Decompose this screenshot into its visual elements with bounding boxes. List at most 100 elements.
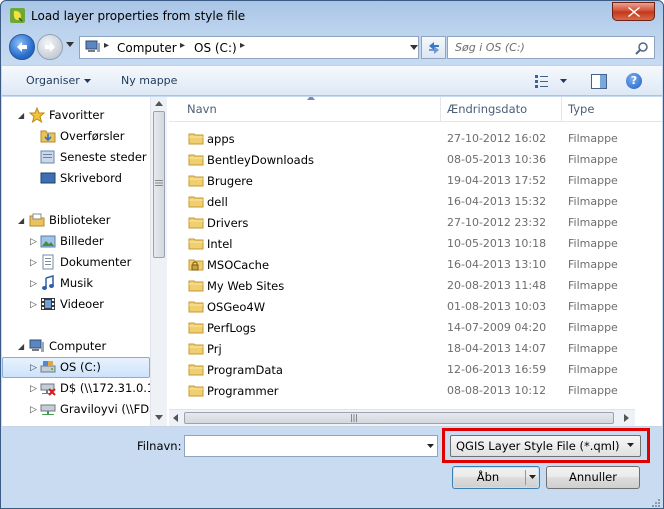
filename-dropdown-icon[interactable] <box>427 444 434 448</box>
scroll-right-icon[interactable] <box>624 414 629 422</box>
address-bar[interactable]: ▸ Computer ▸ OS (C:) ▸ <box>79 36 419 59</box>
nav-item-recent-places[interactable]: Seneste steder <box>2 147 150 168</box>
column-header-type[interactable]: Type <box>568 102 594 116</box>
nav-item-network-drive-graviloyvi[interactable]: ▷ Graviloyvi (\\FDS <box>2 399 150 420</box>
nav-item-downloads[interactable]: Overførsler <box>2 126 150 147</box>
file-name: Intel <box>207 237 233 251</box>
breadcrumb-separator[interactable]: ▸ <box>180 40 185 51</box>
nav-item-desktop[interactable]: Skrivebord <box>2 168 150 189</box>
file-type: Filmappe <box>568 342 618 355</box>
documents-icon <box>42 254 54 270</box>
column-divider[interactable] <box>561 97 562 122</box>
open-options-dropdown-icon[interactable] <box>529 475 536 479</box>
expand-arrow-icon[interactable]: ▷ <box>30 405 37 415</box>
resize-grip-icon[interactable] <box>650 497 660 507</box>
collapse-arrow-icon[interactable]: ◢ <box>18 342 24 351</box>
organize-button[interactable]: Organiser <box>26 74 80 87</box>
file-row[interactable]: OSGeo4W 01-08-2013 10:03 Filmappe <box>169 296 629 317</box>
open-button[interactable]: Åbn <box>452 466 540 489</box>
desktop-icon <box>40 172 56 184</box>
column-header-date[interactable]: Ændringsdato <box>447 102 527 116</box>
nav-item-music[interactable]: ▷ Musik <box>2 273 150 294</box>
file-row[interactable]: dell 16-04-2013 15:32 Filmappe <box>169 191 629 212</box>
file-row[interactable]: apps 27-10-2012 16:02 Filmappe <box>169 128 629 149</box>
expand-arrow-icon[interactable]: ▷ <box>30 258 37 268</box>
expand-arrow-icon[interactable]: ▷ <box>30 300 37 310</box>
breadcrumb-computer[interactable]: Computer <box>117 41 177 55</box>
nav-item-computer[interactable]: ◢ Computer <box>2 336 150 357</box>
search-input[interactable]: Søg i OS (C:) <box>447 36 655 59</box>
file-row[interactable]: Intel 10-05-2013 10:18 Filmappe <box>169 233 629 254</box>
file-row[interactable]: Programmer 08-08-2013 10:12 Filmappe <box>169 380 629 401</box>
horizontal-scrollbar[interactable] <box>169 409 635 426</box>
scroll-up-icon[interactable] <box>155 101 163 106</box>
refresh-button[interactable] <box>421 36 446 59</box>
file-row[interactable]: BentleyDownloads 08-05-2013 10:36 Filmappe <box>169 149 629 170</box>
back-button[interactable] <box>9 34 35 60</box>
pictures-icon <box>40 235 56 248</box>
help-icon[interactable]: ? <box>626 73 642 89</box>
recent-pages-dropdown-icon[interactable] <box>66 42 74 47</box>
expand-arrow-icon[interactable]: ▷ <box>30 279 37 289</box>
column-divider[interactable] <box>440 97 441 122</box>
libraries-icon <box>29 213 45 227</box>
new-folder-button[interactable]: Ny mappe <box>121 74 177 87</box>
file-name: Brugere <box>207 174 253 188</box>
nav-pane-scrollbar[interactable] <box>150 97 167 426</box>
network-drive-icon <box>40 404 56 415</box>
nav-item-network-drive-d[interactable]: ▷ D$ (\\172.31.0.19 <box>2 378 150 399</box>
title-bar[interactable]: Load layer properties from style file <box>1 1 663 31</box>
file-type: Filmappe <box>568 384 618 397</box>
nav-label: Seneste steder <box>60 150 147 164</box>
horizontal-scroll-thumb[interactable] <box>184 412 614 424</box>
folder-icon <box>188 154 204 166</box>
nav-item-favorites[interactable]: ◢ Favoritter <box>2 105 150 126</box>
close-icon <box>628 7 640 17</box>
search-icon[interactable] <box>635 41 649 55</box>
forward-button[interactable] <box>37 34 63 60</box>
file-row[interactable]: Prj 18-04-2013 14:07 Filmappe <box>169 338 629 359</box>
file-row[interactable]: My Web Sites 20-08-2013 11:48 Filmappe <box>169 275 629 296</box>
file-row[interactable]: Drivers 27-10-2012 23:32 Filmappe <box>169 212 629 233</box>
organize-dropdown-icon[interactable] <box>84 79 91 83</box>
file-modified-date: 08-08-2013 10:12 <box>447 384 547 397</box>
chevron-down-icon[interactable] <box>627 443 634 447</box>
change-view-icon[interactable] <box>535 75 551 88</box>
collapse-arrow-icon[interactable]: ◢ <box>18 216 24 225</box>
computer-icon <box>29 339 44 352</box>
expand-arrow-icon[interactable]: ▷ <box>30 384 37 394</box>
file-row[interactable]: PerfLogs 14-07-2009 04:20 Filmappe <box>169 317 629 338</box>
nav-item-documents[interactable]: ▷ Dokumenter <box>2 252 150 273</box>
music-icon <box>42 275 54 290</box>
view-dropdown-icon[interactable] <box>560 79 567 83</box>
file-name: My Web Sites <box>207 279 285 293</box>
filename-input[interactable] <box>184 435 438 457</box>
address-dropdown-icon[interactable] <box>410 45 418 50</box>
close-button[interactable] <box>612 2 655 21</box>
nav-item-pictures[interactable]: ▷ Billeder <box>2 231 150 252</box>
file-dialog-window: Load layer properties from style file ▸ … <box>0 0 664 509</box>
nav-item-libraries[interactable]: ◢ Biblioteker <box>2 210 150 231</box>
preview-pane-icon[interactable] <box>591 74 607 89</box>
file-row[interactable]: MSOCache 16-04-2013 13:10 Filmappe <box>169 254 629 275</box>
nav-item-videos[interactable]: ▷ Videoer <box>2 294 150 315</box>
file-name: PerfLogs <box>207 321 256 335</box>
recent-places-icon <box>40 150 55 164</box>
expand-arrow-icon[interactable]: ▷ <box>30 237 37 247</box>
column-header-name[interactable]: Navn <box>187 102 217 116</box>
collapse-arrow-icon[interactable]: ◢ <box>18 111 24 120</box>
scroll-grip-icon <box>351 414 357 422</box>
scroll-down-icon[interactable] <box>155 415 163 420</box>
folder-icon <box>188 175 204 187</box>
breadcrumb-os-c[interactable]: OS (C:) <box>194 41 237 55</box>
breadcrumb-separator[interactable]: ▸ <box>104 40 109 51</box>
scroll-left-icon[interactable] <box>173 414 178 422</box>
file-row[interactable]: Brugere 19-04-2013 17:52 Filmappe <box>169 170 629 191</box>
breadcrumb-separator[interactable]: ▸ <box>240 40 245 51</box>
nav-item-os-c[interactable]: ▷ OS (C:) <box>2 357 150 378</box>
open-button-label: Åbn <box>476 470 500 484</box>
cancel-button[interactable]: Annuller <box>546 466 640 489</box>
file-row[interactable]: ProgramData 12-06-2013 16:59 Filmappe <box>169 359 629 380</box>
expand-arrow-icon[interactable]: ▷ <box>30 363 37 373</box>
file-type-filter-select[interactable]: QGIS Layer Style File (*.qml) <box>450 435 641 457</box>
